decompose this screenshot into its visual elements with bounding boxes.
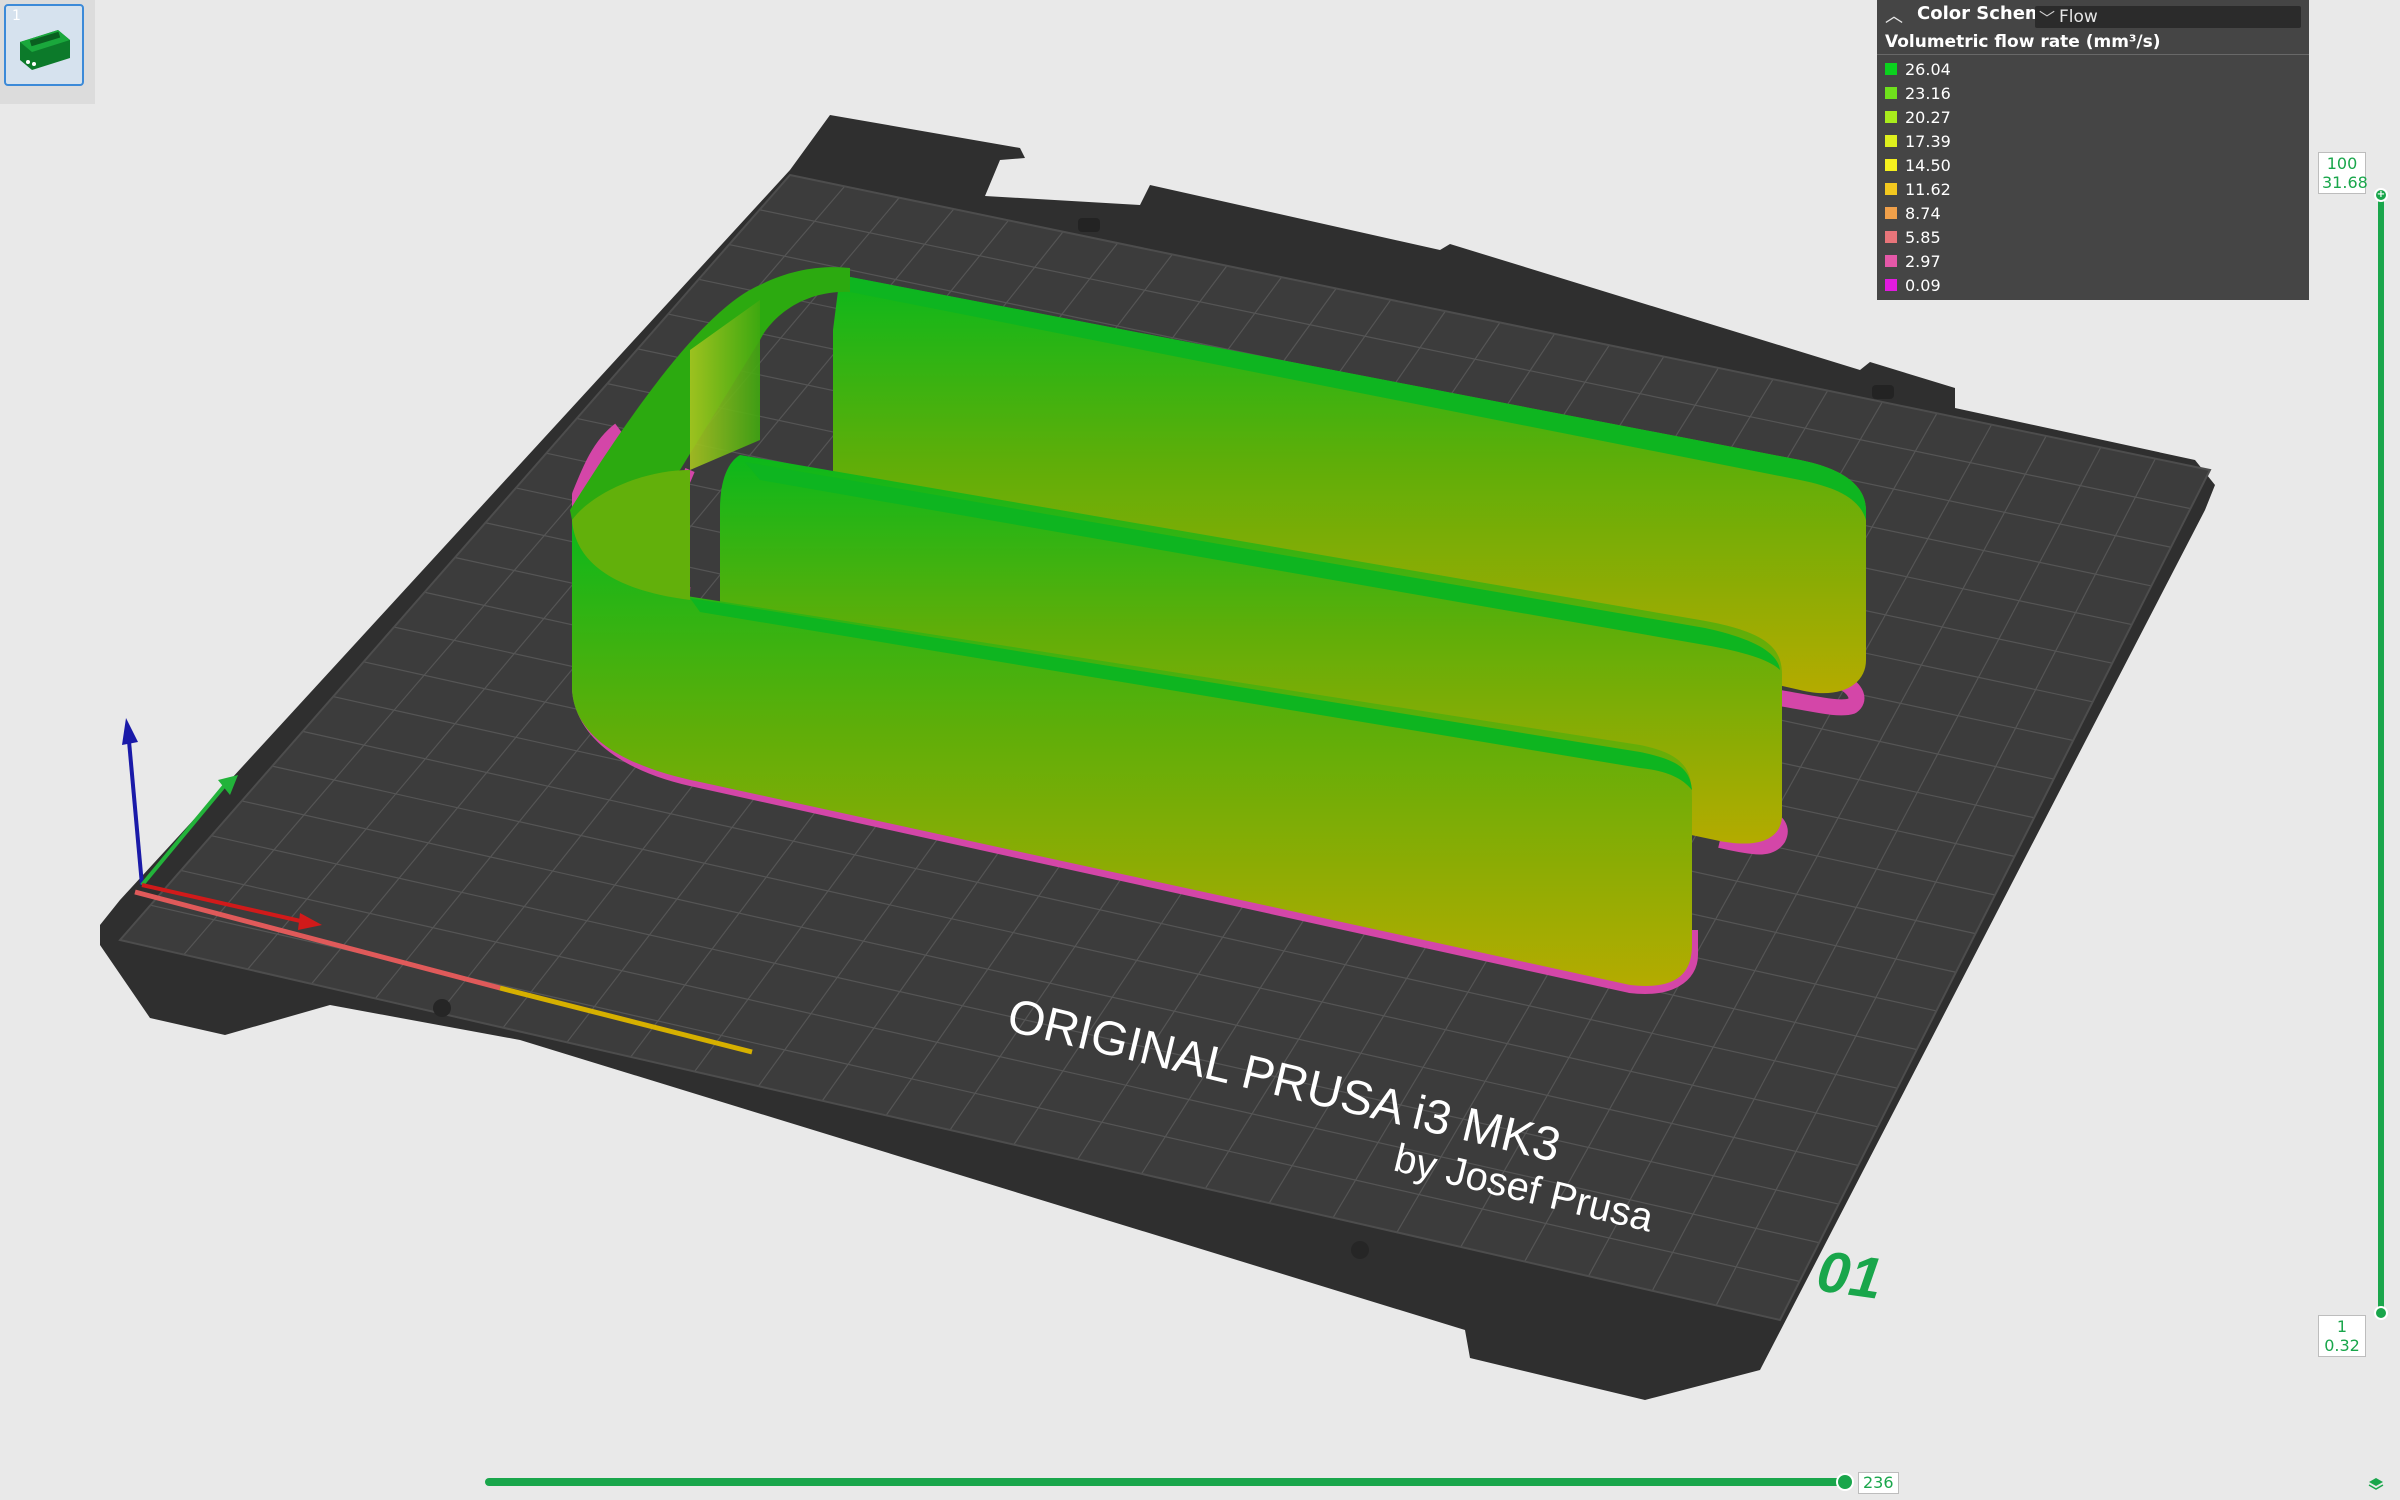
legend-value: 17.39	[1905, 132, 1951, 151]
legend-value: 5.85	[1905, 228, 1941, 247]
legend-swatch	[1885, 207, 1897, 219]
sheet-number: 01	[1813, 1239, 1886, 1312]
legend-swatch	[1885, 255, 1897, 267]
legend-value: 20.27	[1905, 108, 1951, 127]
legend-title: Volumetric flow rate (mm³/s)	[1885, 32, 2161, 52]
bottom-layer-number: 1	[2336, 1317, 2348, 1336]
legend-swatch	[1885, 87, 1897, 99]
legend-value: 0.09	[1905, 276, 1941, 295]
legend-value: 26.04	[1905, 60, 1951, 79]
layer-slider-top-label: 100 31.68	[2318, 152, 2368, 194]
move-slider-value: 236	[1858, 1472, 1899, 1494]
object-list-panel: 1	[0, 0, 95, 104]
legend-divider	[1877, 54, 2309, 55]
collapse-chevron-icon[interactable]: ︿	[1885, 2, 1903, 28]
move-slider-thumb[interactable]	[1836, 1473, 1854, 1491]
color-scheme-value: Flow	[2059, 7, 2098, 27]
legend-swatch	[1885, 159, 1897, 171]
legend-swatch	[1885, 231, 1897, 243]
bottom-layer-height: 0.32	[2324, 1336, 2360, 1355]
legend-value: 11.62	[1905, 180, 1951, 199]
legend-swatch	[1885, 135, 1897, 147]
move-slider-track[interactable]	[485, 1478, 1845, 1486]
layer-slider[interactable]: +	[2370, 150, 2400, 1370]
chevron-down-icon: ﹀	[2039, 9, 2056, 28]
color-scheme-select[interactable]: ﹀ Flow	[2035, 6, 2301, 28]
legend-value: 2.97	[1905, 252, 1941, 271]
plus-icon[interactable]: +	[2376, 188, 2386, 202]
layer-slider-bottom-thumb[interactable]	[2374, 1306, 2388, 1320]
color-scheme-legend: ︿ Color Scheme ﹀ Flow Volumetric flow ra…	[1877, 0, 2309, 300]
legend-swatch	[1885, 183, 1897, 195]
object-thumbnail[interactable]: 1	[4, 4, 84, 86]
legend-swatch	[1885, 111, 1897, 123]
layer-slider-bottom-label: 1 0.32	[2318, 1315, 2366, 1357]
top-layer-height: 31.68	[2322, 173, 2368, 192]
legend-value: 8.74	[1905, 204, 1941, 223]
layers-icon[interactable]	[2368, 1476, 2384, 1492]
layer-slider-track[interactable]	[2378, 194, 2384, 1312]
legend-value: 23.16	[1905, 84, 1951, 103]
legend-value: 14.50	[1905, 156, 1951, 175]
legend-swatch	[1885, 279, 1897, 291]
object-index: 1	[12, 8, 21, 24]
legend-header[interactable]: ︿ Color Scheme ﹀ Flow	[1877, 0, 2309, 30]
legend-swatch	[1885, 63, 1897, 75]
top-layer-number: 100	[2326, 154, 2358, 173]
